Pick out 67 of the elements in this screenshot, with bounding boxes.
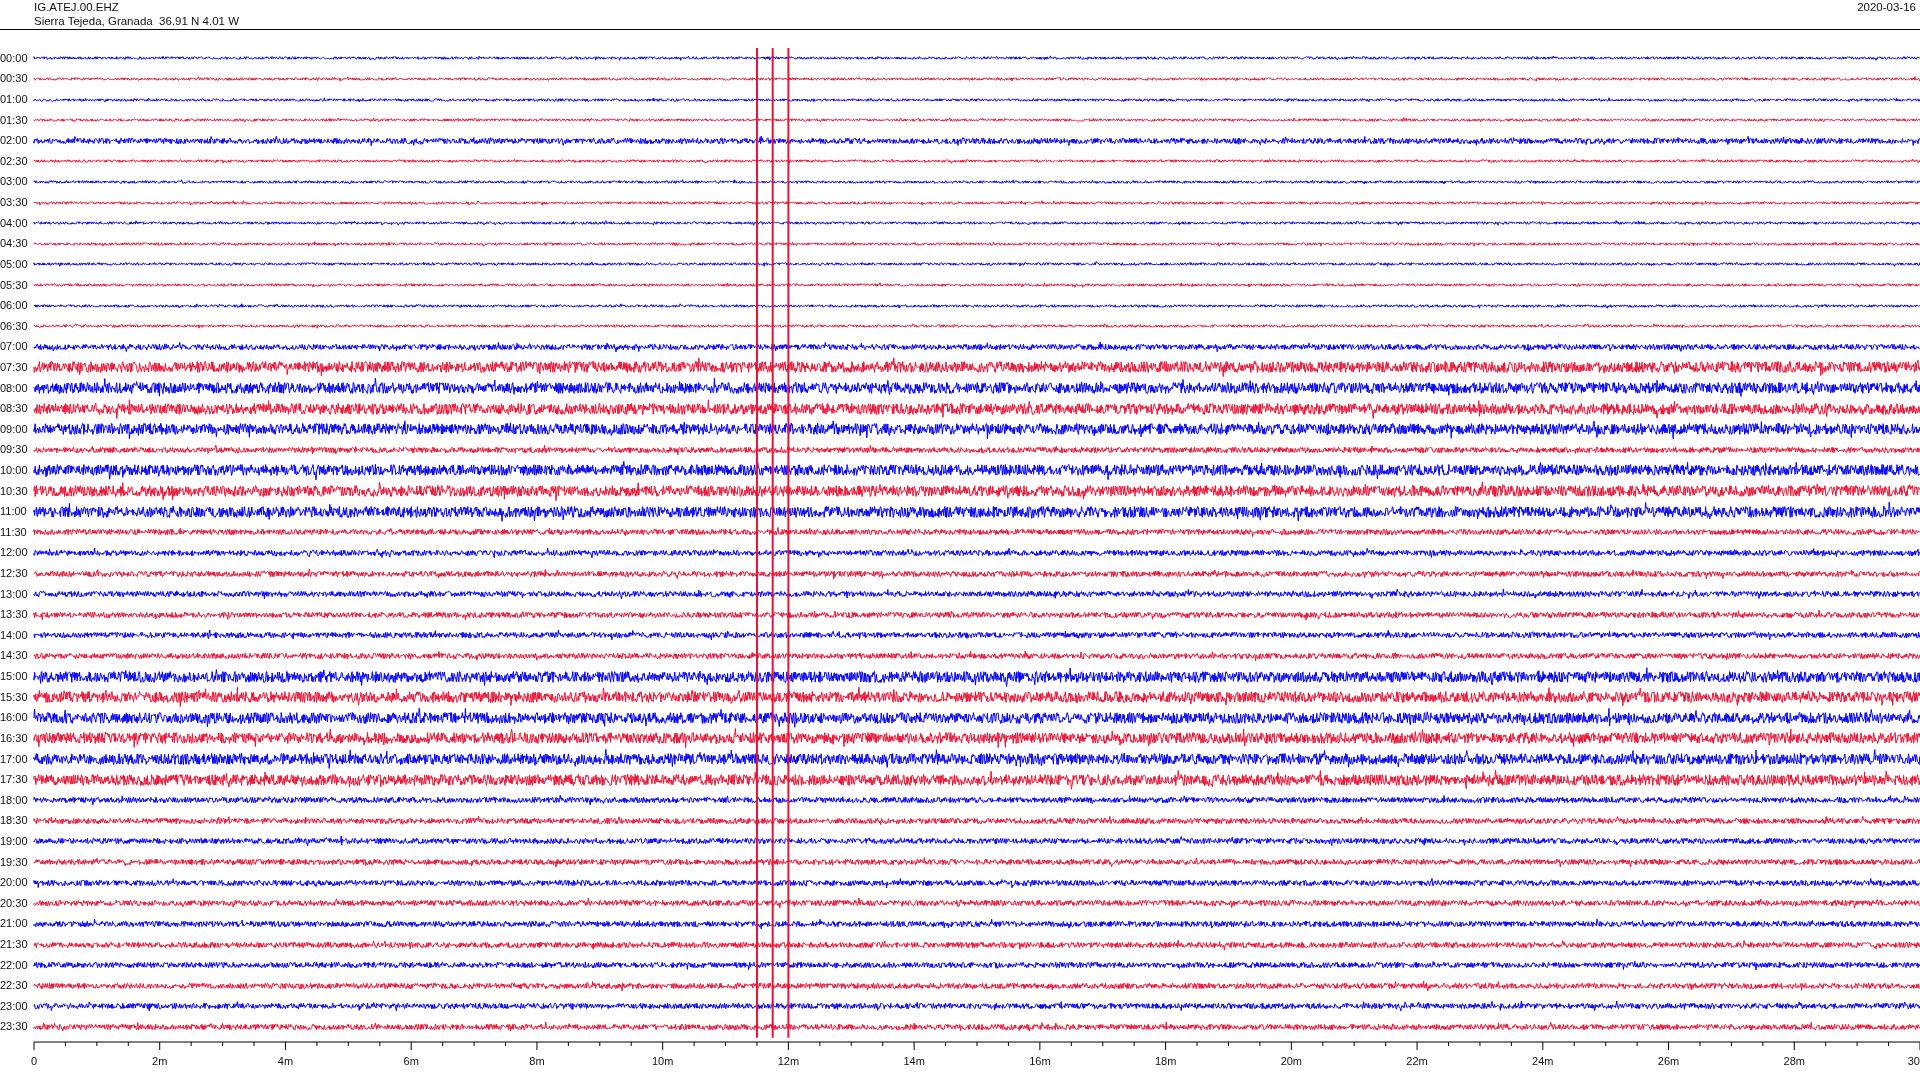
time-label: 16:30 <box>0 732 29 744</box>
time-label: 08:30 <box>0 403 29 415</box>
time-label: 09:30 <box>0 444 29 456</box>
time-label: 06:30 <box>0 320 29 332</box>
time-label: 22:30 <box>0 980 29 992</box>
time-label: 17:30 <box>0 774 29 786</box>
date-label: 2020-03-16 <box>1857 0 1916 14</box>
axis-label: 14m <box>903 1055 925 1068</box>
axis-label: 0 <box>30 1055 38 1068</box>
axis-label: 24m <box>1532 1055 1554 1068</box>
time-label: 01:00 <box>0 94 29 105</box>
time-label: 10:00 <box>0 465 29 476</box>
time-label: 11:00 <box>0 506 28 518</box>
time-label: 23:00 <box>0 1000 29 1012</box>
time-label: 05:30 <box>0 279 29 291</box>
axis-label: 22m <box>1406 1055 1428 1068</box>
station-location: Sierra Tejeda, Granada 36.91 N 4.01 W <box>34 14 239 28</box>
axis-label: 2m <box>152 1055 168 1068</box>
time-label: 20:30 <box>0 897 29 909</box>
time-label: 14:00 <box>0 629 29 641</box>
time-label: 11:30 <box>0 526 28 538</box>
time-label: 09:00 <box>0 423 29 435</box>
time-label: 00:30 <box>0 73 29 85</box>
axis-label: 4m <box>277 1055 294 1068</box>
axis-label: 20m <box>1280 1055 1303 1068</box>
axis-label: 28m <box>1783 1055 1805 1068</box>
time-label: 06:00 <box>0 300 29 312</box>
time-label: 21:30 <box>0 939 29 950</box>
axis-label: 26m <box>1657 1055 1680 1068</box>
station-code: IG.ATEJ.00.EHZ <box>34 0 120 14</box>
time-label: 02:30 <box>0 155 29 167</box>
axis-label: 18m <box>1154 1055 1177 1068</box>
time-label: 12:00 <box>0 547 29 559</box>
time-label: 19:30 <box>0 856 29 868</box>
time-label: 05:00 <box>0 258 29 270</box>
time-label: 14:30 <box>0 650 29 662</box>
time-label: 18:00 <box>0 794 29 806</box>
time-label: 21:00 <box>0 918 29 930</box>
time-label: 18:30 <box>0 815 29 827</box>
time-label: 13:30 <box>0 609 29 621</box>
time-label: 15:30 <box>0 691 29 703</box>
time-label: 20:00 <box>0 877 29 889</box>
time-label: 01:30 <box>0 114 29 126</box>
axis-label: 8m <box>529 1055 545 1068</box>
time-label: 12:30 <box>0 568 29 580</box>
time-label: 02:00 <box>0 135 29 147</box>
time-label: 17:00 <box>0 753 29 765</box>
axis-label: 16m <box>1029 1055 1051 1068</box>
time-label: 08:00 <box>0 382 29 394</box>
axis-label: 10m <box>651 1055 674 1068</box>
time-label: 03:00 <box>0 176 29 188</box>
time-label: 00:00 <box>0 52 29 64</box>
time-label: 10:30 <box>0 485 29 497</box>
time-label: 23:30 <box>0 1021 29 1033</box>
time-label: 16:00 <box>0 712 29 724</box>
time-label: 15:00 <box>0 671 29 683</box>
axis-label: 6m <box>403 1055 419 1068</box>
time-label: 07:00 <box>0 341 29 353</box>
time-label: 22:00 <box>0 959 29 971</box>
time-label: 03:30 <box>0 197 29 209</box>
axis-label: 12m <box>777 1055 800 1068</box>
time-label: 13:00 <box>0 588 29 600</box>
axis-label: 30 <box>1907 1055 1920 1068</box>
time-label: 07:30 <box>0 361 29 373</box>
time-label: 19:00 <box>0 835 29 847</box>
time-label: 04:30 <box>0 238 29 250</box>
time-label: 04:00 <box>0 217 29 229</box>
